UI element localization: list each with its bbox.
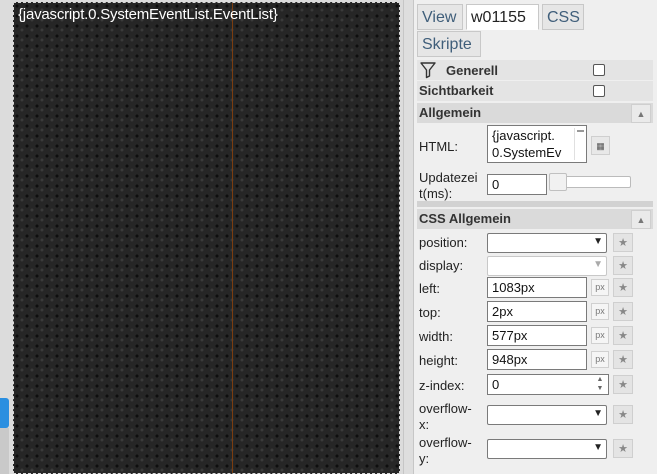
width-row: width: 577px px ★	[417, 325, 653, 349]
zindex-star-icon[interactable]: ★	[613, 375, 633, 394]
general-checkbox[interactable]	[593, 64, 605, 76]
display-row: display: ▼ ★	[417, 255, 653, 277]
height-unit-button[interactable]: px	[591, 351, 609, 368]
section-css-common[interactable]: CSS Allgemein ▲	[417, 209, 653, 229]
position-row: position: ▼ ★	[417, 232, 653, 254]
tab-widget[interactable]: w01155	[466, 4, 539, 30]
section-separator	[417, 201, 653, 207]
visibility-checkbox[interactable]	[593, 85, 605, 97]
display-label: display:	[419, 258, 464, 273]
section-visibility-title: Sichtbarkeit	[419, 83, 494, 98]
width-label: width:	[419, 329, 453, 344]
collapse-common-icon[interactable]: ▲	[631, 104, 651, 123]
update-time-row: Updatezei t(ms): 0	[417, 169, 653, 201]
width-input[interactable]: 577px	[487, 325, 587, 346]
section-common-title: Allgemein	[419, 105, 482, 120]
display-star-icon[interactable]: ★	[613, 256, 633, 275]
height-star-icon[interactable]: ★	[613, 350, 633, 369]
html-value-line1: {javascript.	[492, 128, 555, 143]
zindex-input[interactable]: 0	[487, 374, 609, 395]
position-label: position:	[419, 235, 468, 250]
zindex-spinner[interactable]: ▲ ▼	[593, 375, 607, 395]
html-label: HTML:	[419, 139, 458, 154]
html-textarea[interactable]: {javascript. 0.SystemEv	[487, 125, 587, 163]
chevron-down-icon: ▼	[593, 236, 603, 247]
section-general[interactable]: Generell	[417, 60, 653, 80]
section-visibility[interactable]: Sichtbarkeit	[417, 81, 653, 101]
widget-divider-line	[232, 3, 233, 473]
section-general-title: Generell	[446, 63, 499, 78]
width-unit-button[interactable]: px	[591, 327, 609, 344]
top-row: top: 2px px ★	[417, 301, 653, 325]
overflow-y-label-1: overflow-	[419, 435, 472, 450]
filter-icon	[420, 62, 436, 79]
left-unit-button[interactable]: px	[591, 279, 609, 296]
editor-canvas[interactable]: {javascript.0.SystemEventList.EventList}	[0, 0, 403, 474]
height-label: height:	[419, 353, 459, 368]
left-input[interactable]: 1083px	[487, 277, 587, 298]
selected-widget[interactable]: {javascript.0.SystemEventList.EventList}	[13, 2, 400, 474]
overflow-x-row: overflow- x: ▼ ★	[417, 399, 653, 432]
overflow-x-label-2: x:	[419, 417, 430, 432]
chevron-down-icon: ▼	[593, 408, 603, 419]
position-select[interactable]: ▼	[487, 233, 607, 253]
top-star-icon[interactable]: ★	[613, 302, 633, 321]
update-time-input[interactable]: 0	[487, 174, 547, 195]
html-edit-icon[interactable]: ▦	[591, 136, 610, 155]
tab-css[interactable]: CSS	[542, 4, 584, 30]
collapse-css-common-icon[interactable]: ▲	[631, 210, 651, 229]
widget-content-text: {javascript.0.SystemEventList.EventList}	[18, 6, 278, 23]
display-select[interactable]: ▼	[487, 256, 607, 276]
html-textarea-scrollbar[interactable]	[574, 128, 585, 160]
overflow-y-row: overflow- y: ▼ ★	[417, 433, 653, 466]
zindex-label: z-index:	[419, 378, 465, 393]
height-input[interactable]: 948px	[487, 349, 587, 370]
overflow-x-label-1: overflow-	[419, 401, 472, 416]
left-row: left: 1083px px ★	[417, 277, 653, 301]
section-common[interactable]: Allgemein ▲	[417, 103, 653, 123]
panel-splitter[interactable]	[403, 0, 414, 474]
update-time-slider-handle[interactable]	[549, 173, 567, 191]
panel-tabs: View w01155 CSS Skripte	[414, 2, 657, 58]
top-label: top:	[419, 305, 441, 320]
position-star-icon[interactable]: ★	[613, 233, 633, 252]
overflow-x-select[interactable]: ▼	[487, 405, 607, 425]
section-css-common-title: CSS Allgemein	[419, 211, 511, 226]
tab-view[interactable]: View	[417, 4, 463, 30]
left-label: left:	[419, 281, 440, 296]
overflow-y-label-2: y:	[419, 451, 430, 466]
left-panel-edge	[0, 428, 9, 474]
height-row: height: 948px px ★	[417, 349, 653, 373]
chevron-down-icon: ▼	[593, 259, 603, 270]
top-unit-button[interactable]: px	[591, 303, 609, 320]
overflow-x-star-icon[interactable]: ★	[613, 405, 633, 424]
overflow-y-select[interactable]: ▼	[487, 439, 607, 459]
chevron-down-icon: ▼	[593, 442, 603, 453]
update-time-label-2: t(ms):	[419, 186, 453, 201]
tab-scripts[interactable]: Skripte	[417, 31, 481, 57]
html-row: HTML: {javascript. 0.SystemEv ▦	[417, 125, 653, 167]
left-star-icon[interactable]: ★	[613, 278, 633, 297]
overflow-y-star-icon[interactable]: ★	[613, 439, 633, 458]
top-input[interactable]: 2px	[487, 301, 587, 322]
width-star-icon[interactable]: ★	[613, 326, 633, 345]
zindex-row: z-index: 0 ▲ ▼ ★	[417, 373, 653, 397]
update-time-label-1: Updatezei	[419, 170, 478, 185]
left-panel-toggle[interactable]	[0, 398, 9, 428]
html-value-line2: 0.SystemEv	[492, 145, 562, 160]
properties-panel: View w01155 CSS Skripte Generell Sichtba…	[414, 0, 657, 474]
